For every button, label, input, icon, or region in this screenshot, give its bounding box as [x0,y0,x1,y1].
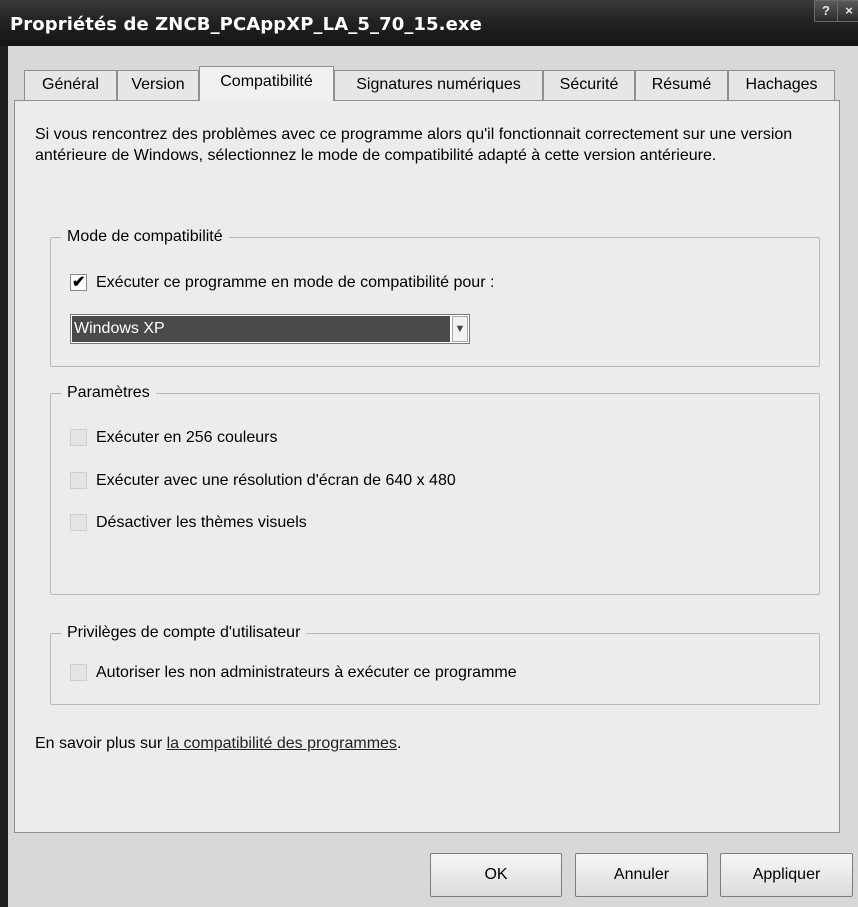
properties-dialog: Propriétés de ZNCB_PCAppXP_LA_5_70_15.ex… [0,0,858,907]
window-title: Propriétés de ZNCB_PCAppXP_LA_5_70_15.ex… [10,14,482,35]
title-bar[interactable]: Propriétés de ZNCB_PCAppXP_LA_5_70_15.ex… [0,0,858,47]
tab-security[interactable]: Sécurité [543,70,635,100]
tab-version[interactable]: Version [117,70,199,100]
tab-compatibility[interactable]: Compatibilité [199,66,334,101]
option-disable-themes-label: Désactiver les thèmes visuels [96,514,307,531]
compat-os-select-value: Windows XP [72,316,450,342]
privileges-legend: Privilèges de compte d'utilisateur [61,622,307,644]
ok-button[interactable]: OK [430,853,562,897]
tab-hashes[interactable]: Hachages [728,70,835,100]
compat-mode-group: Mode de compatibilité [50,226,820,367]
tab-summary[interactable]: Résumé [635,70,728,100]
option-640x480-label: Exécuter avec une résolution d'écran de … [96,472,456,489]
compat-os-select[interactable]: Windows XP ▼ [70,314,470,344]
help-button[interactable]: ? [814,0,838,22]
window-frame [0,46,8,907]
privileges-checkbox-label: Autoriser les non administrateurs à exéc… [96,664,517,681]
tab-digital-signatures[interactable]: Signatures numériques [334,70,543,100]
option-disable-themes-checkbox[interactable] [70,514,87,531]
learn-more-suffix: . [396,735,402,752]
cancel-button[interactable]: Annuler [575,853,708,897]
learn-more-link[interactable]: la compatibilité des programmes [167,735,397,752]
option-640x480-checkbox[interactable] [70,472,87,489]
intro-text: Si vous rencontrez des problèmes avec ce… [35,126,793,164]
learn-more-prefix: En savoir plus sur [35,735,167,752]
compat-mode-checkbox-label: Exécuter ce programme en mode de compati… [96,274,495,291]
settings-legend: Paramètres [61,382,156,404]
compat-mode-legend: Mode de compatibilité [61,226,229,248]
close-button[interactable]: × [837,0,858,22]
apply-button[interactable]: Appliquer [720,853,853,897]
compat-mode-checkbox[interactable]: ✔ [70,274,87,291]
chevron-down-icon[interactable]: ▼ [452,316,468,342]
tab-general[interactable]: Général [24,70,117,100]
privileges-checkbox[interactable] [70,664,87,681]
learn-more-text: En savoir plus sur la compatibilité des … [35,733,401,755]
settings-group: Paramètres [50,382,820,595]
option-256-colors-label: Exécuter en 256 couleurs [96,429,278,446]
checkmark-icon: ✔ [72,274,86,291]
option-256-colors-checkbox[interactable] [70,429,87,446]
